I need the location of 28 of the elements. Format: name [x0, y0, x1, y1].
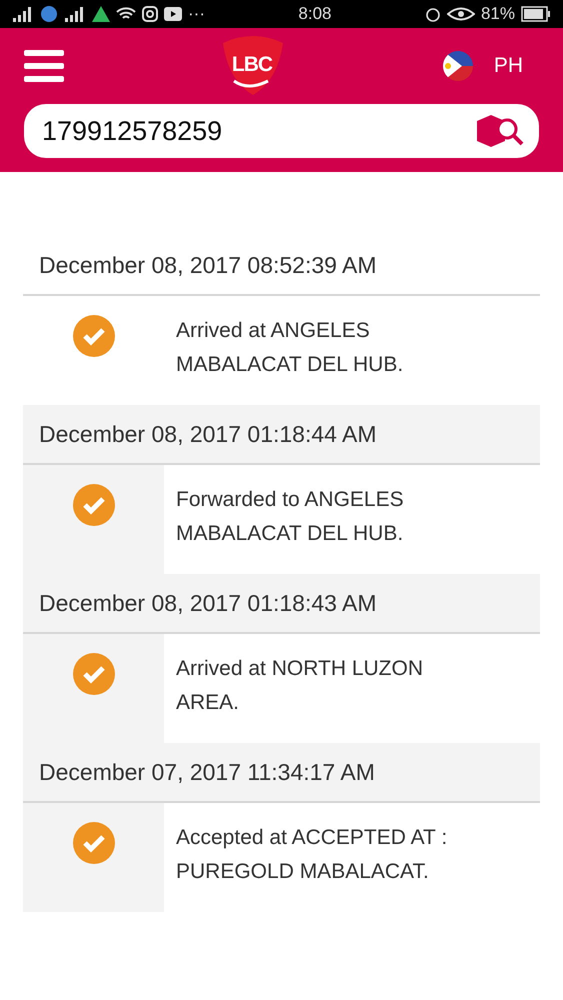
check-circle-icon: [72, 314, 116, 358]
event-status: Arrived at NORTH LUZON AREA.: [175, 656, 424, 716]
eye-icon: [446, 7, 475, 21]
play-icon: [164, 7, 182, 21]
signal-icon: [12, 6, 34, 22]
menu-icon[interactable]: [24, 50, 64, 82]
event-datetime: December 07, 2017 11:34:17 AM: [23, 743, 540, 803]
event-status: Arrived at ANGELES MABALACAT DEL HUB.: [175, 318, 404, 378]
battery-percent: 81%: [480, 4, 515, 24]
signal-icon: [64, 6, 86, 22]
package-search-icon[interactable]: [475, 113, 525, 149]
clock-time: 8:08: [298, 4, 332, 24]
region-label[interactable]: PH: [494, 54, 523, 78]
more-indicator: ···: [188, 4, 205, 24]
event-status: Accepted at ACCEPTED AT : PUREGOLD MABALACAT.: [175, 825, 448, 885]
battery-icon: [520, 6, 551, 22]
logo-text: LBC: [232, 53, 272, 77]
event-datetime: December 08, 2017 01:18:43 AM: [23, 574, 540, 634]
alarm-icon: [424, 6, 441, 22]
event-datetime: December 08, 2017 01:18:44 AM: [23, 405, 540, 465]
tracking-search-field[interactable]: 179912578259: [24, 104, 539, 158]
check-circle-icon: [72, 483, 116, 527]
flag-icon[interactable]: [442, 50, 474, 82]
camera-icon: [142, 6, 158, 22]
check-circle-icon: [72, 652, 116, 696]
triangle-icon: [92, 6, 110, 22]
event-status: Forwarded to ANGELES MABALACAT DEL HUB.: [175, 487, 405, 547]
check-circle-icon: [72, 821, 116, 865]
